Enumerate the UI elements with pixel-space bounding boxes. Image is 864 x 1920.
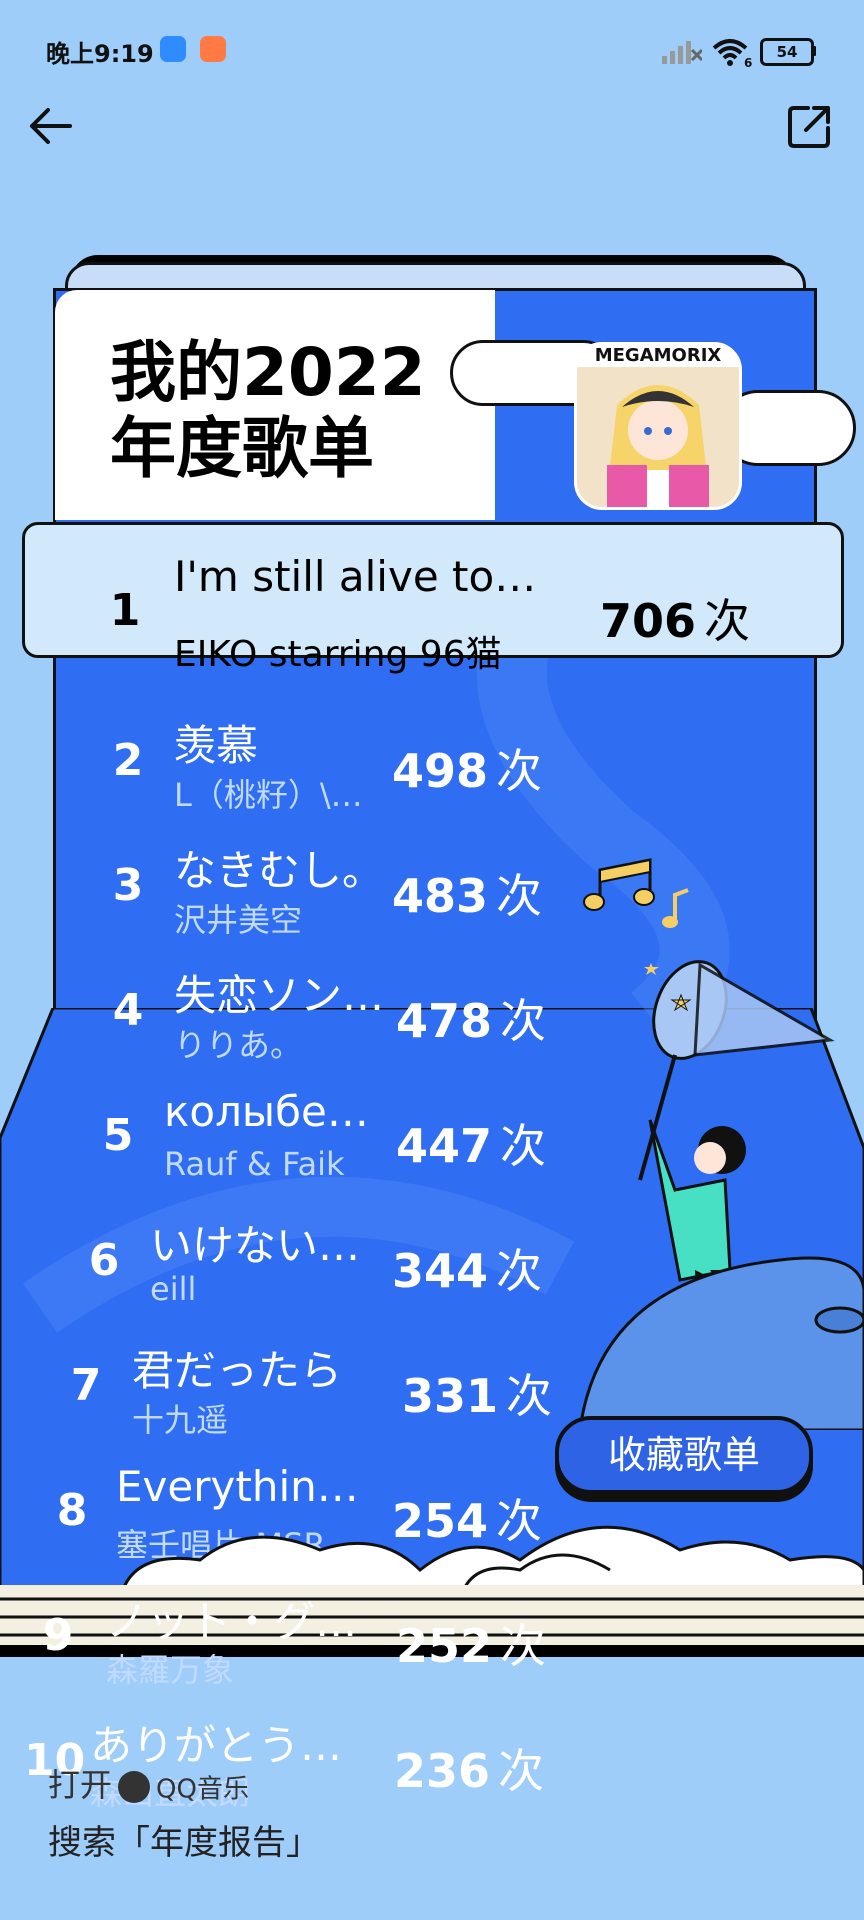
cover-label: MEGAMORIX bbox=[594, 345, 722, 366]
play-count-value: 706 bbox=[600, 594, 697, 648]
play-count-value: 478 bbox=[396, 994, 493, 1048]
song-title[interactable]: 羡慕 bbox=[174, 712, 384, 773]
title-line-1: 我的2022 bbox=[110, 334, 426, 411]
play-count-unit: 次 bbox=[506, 1369, 553, 1423]
song-title[interactable]: колыбел… bbox=[164, 1087, 386, 1136]
play-count: 252 次 bbox=[396, 1610, 546, 1676]
playlist-cover-image: MEGAMORIX bbox=[574, 342, 742, 510]
rank-number: 5 bbox=[102, 1110, 134, 1161]
wifi-icon: 6 bbox=[712, 39, 752, 68]
status-time: 晚上9:19 bbox=[46, 40, 154, 68]
collect-playlist-button[interactable]: 收藏歌单 bbox=[555, 1416, 813, 1494]
notification-app-icon-2 bbox=[200, 36, 226, 62]
anime-girl-artwork bbox=[577, 367, 739, 507]
music-note-icon bbox=[583, 858, 689, 928]
play-count-unit: 次 bbox=[500, 994, 547, 1048]
play-count-value: 344 bbox=[392, 1244, 489, 1298]
rank-number: 9 bbox=[42, 1610, 74, 1661]
status-bar: 晚上9:19 6 54 bbox=[0, 0, 864, 100]
back-arrow-icon[interactable] bbox=[22, 98, 78, 154]
play-count-unit: 次 bbox=[496, 744, 543, 798]
play-count: 344 次 bbox=[392, 1235, 542, 1301]
play-count: 447 次 bbox=[396, 1110, 546, 1176]
catching-notes-illustration bbox=[580, 858, 864, 1430]
battery-tip bbox=[812, 46, 816, 56]
play-count-value: 447 bbox=[396, 1119, 493, 1173]
signal-icon bbox=[662, 41, 702, 64]
battery-indicator: 54 bbox=[760, 38, 814, 66]
song-artist: EIKO starring 96猫 bbox=[174, 634, 502, 675]
song-title[interactable]: 君だったら bbox=[132, 1337, 382, 1398]
title-line-2: 年度歌单 bbox=[110, 410, 374, 487]
play-count-unit: 次 bbox=[500, 1119, 547, 1173]
song-artist: 森羅万象 bbox=[106, 1651, 235, 1689]
play-count: 706 次 bbox=[600, 585, 750, 651]
open-label: 打开 bbox=[48, 1766, 113, 1804]
play-count: 483 次 bbox=[392, 860, 542, 926]
qq-music-icon bbox=[118, 1771, 151, 1803]
play-count-unit: 次 bbox=[500, 1619, 547, 1673]
open-app-hint: 打开 QQ音乐 bbox=[48, 1760, 249, 1806]
play-count-value: 483 bbox=[392, 869, 489, 923]
song-artist: 十九遥 bbox=[132, 1401, 229, 1439]
song-title[interactable]: 失恋ソン… bbox=[174, 962, 384, 1023]
play-count-unit: 次 bbox=[704, 594, 751, 648]
bottom-clouds bbox=[118, 1525, 864, 1600]
play-count-value: 236 bbox=[394, 1744, 491, 1798]
rank-number: 6 bbox=[88, 1235, 120, 1286]
play-count-value: 498 bbox=[392, 744, 489, 798]
play-count: 498 次 bbox=[392, 735, 542, 801]
play-count-unit: 次 bbox=[496, 1244, 543, 1298]
play-count-value: 331 bbox=[402, 1369, 499, 1423]
notification-app-icon bbox=[160, 36, 186, 62]
page-title: 我的2022 年度歌单 bbox=[110, 335, 426, 487]
search-hint: 搜索「年度报告」 bbox=[48, 1823, 320, 1863]
play-count: 331 次 bbox=[402, 1360, 552, 1426]
song-artist: 沢井美空 bbox=[174, 901, 303, 939]
rank-number: 3 bbox=[112, 860, 144, 911]
rank-number: 2 bbox=[112, 735, 144, 786]
rank-number: 4 bbox=[112, 985, 144, 1036]
play-count-unit: 次 bbox=[498, 1744, 545, 1798]
play-count-unit: 次 bbox=[496, 869, 543, 923]
song-artist: Rauf & Faik bbox=[164, 1145, 345, 1183]
song-artist: りりあ。 bbox=[174, 1026, 303, 1064]
share-icon[interactable] bbox=[782, 98, 838, 154]
song-artist: L（桃籽）\… bbox=[174, 776, 363, 814]
song-title[interactable]: I'm still alive to… bbox=[174, 552, 574, 601]
song-title[interactable]: なきむし。 bbox=[174, 837, 384, 898]
play-count: 478 次 bbox=[396, 985, 546, 1051]
play-count-value: 252 bbox=[396, 1619, 493, 1673]
song-title[interactable]: ノット・グ… bbox=[106, 1588, 378, 1649]
app-name: QQ音乐 bbox=[156, 1774, 249, 1805]
rank-number: 1 bbox=[109, 585, 141, 636]
song-artist: eill bbox=[150, 1270, 197, 1308]
rank-number: 7 bbox=[70, 1360, 102, 1411]
play-count: 236 次 bbox=[394, 1735, 544, 1801]
song-title[interactable]: いけないb… bbox=[150, 1212, 382, 1273]
wifi-label: 6 bbox=[744, 56, 752, 68]
